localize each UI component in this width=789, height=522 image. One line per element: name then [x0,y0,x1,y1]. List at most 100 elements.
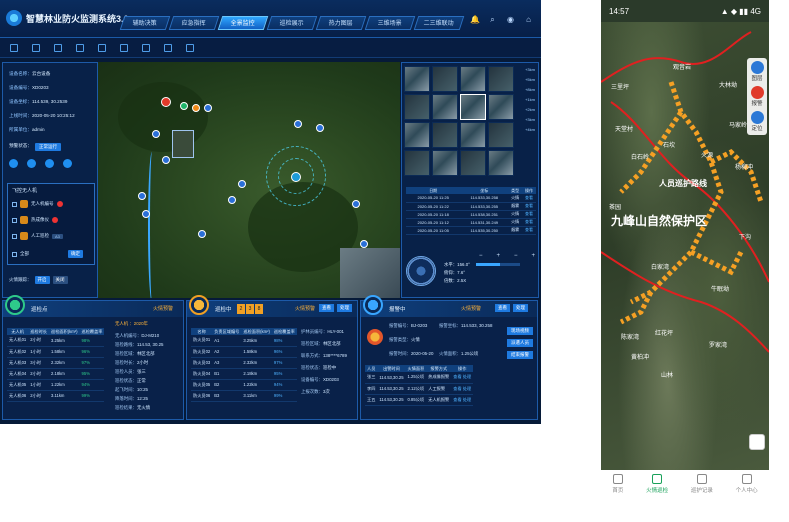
view-link[interactable]: 查看 [522,218,536,227]
handle-button[interactable]: 处理 [513,304,528,312]
confirm-button[interactable]: 确定 [68,250,83,258]
record-icon[interactable] [27,159,36,168]
alarm-tool[interactable]: 报警 [750,86,764,107]
table-row[interactable]: 2020-05-20 11:25 114.533,30.258 火情 查看 [406,194,536,203]
table-row[interactable]: 无人机04 2小时 2.18km 95% [7,368,105,380]
range-item[interactable]: +5km [515,77,535,85]
range-item[interactable]: +2km [515,107,535,115]
compass-icon[interactable] [749,434,765,450]
measure-icon[interactable] [32,43,40,52]
table-row[interactable]: 王五 114.53,30.25 0.85公顷 无人机报警 查看 处理 [365,394,474,406]
camera-thumb[interactable] [432,150,458,176]
camera-marker[interactable] [142,210,150,218]
select-all-row[interactable]: 全部 确定 [12,250,83,258]
table-row[interactable]: 无人机02 1小时 1.58km 96% [7,346,105,358]
table-row[interactable]: 防火员01 A1 3.25km 98% [191,335,297,347]
search-icon[interactable]: ⌕ [488,15,497,24]
play-icon[interactable] [9,159,18,168]
view-button[interactable]: 查看 [319,304,334,312]
range-item[interactable]: +3km [515,117,535,125]
view-link[interactable]: 查看 [522,202,536,211]
range-item[interactable]: +4km [515,127,535,135]
camera-marker[interactable] [152,130,160,138]
checkbox[interactable] [12,217,17,223]
nav-tab-command[interactable]: 应急指挥 [168,16,220,30]
video-button[interactable]: 现场视频 [507,327,533,335]
table-row[interactable]: 防火员02 A2 1.58km 96% [191,346,297,358]
camera-marker[interactable] [138,192,146,200]
fullscreen-icon[interactable] [10,43,18,52]
dispatch-button[interactable]: 派遣人员 [507,339,533,347]
nav-tab-decision[interactable]: 辅助决策 [119,16,171,30]
drone-marker[interactable] [192,104,200,112]
range-item[interactable]: +3km [515,67,535,75]
table-row[interactable]: 防火员05 B2 1.22km 94% [191,379,297,391]
table-row[interactable]: 2020-05-20 11:18 114.538,30.251 火情 查看 [406,210,536,219]
area-icon[interactable] [76,43,84,52]
follow-off-button[interactable]: 关闭 [52,276,68,284]
map-view[interactable] [98,62,400,298]
camera-thumb[interactable] [488,150,514,176]
user-icon[interactable]: ◉ [506,15,515,24]
camera-thumb[interactable] [404,66,430,92]
grid-icon[interactable] [142,43,150,52]
camera-thumb[interactable] [404,94,430,120]
table-row[interactable]: 无人机05 1小时 1.22km 94% [7,379,105,391]
checkbox[interactable] [12,251,17,257]
drone-item[interactable]: 热成像仪 [12,216,58,224]
zoom-out-button[interactable]: − [479,253,483,259]
table-row[interactable]: 无人机06 2小时 3.11km 99% [7,390,105,402]
video-popup[interactable] [172,130,194,158]
zoom-slider[interactable] [476,263,520,266]
camera-marker[interactable] [198,230,206,238]
camera-marker[interactable] [228,196,236,204]
bell-icon[interactable]: 🔔 [470,15,480,24]
nav-tab-patrol[interactable]: 巡检展示 [266,16,318,30]
camera-thumb[interactable] [460,150,486,176]
camera-thumb[interactable] [488,94,514,120]
satellite-map[interactable]: 观音岩 三里坪 大林坳 天堂村 马家岭 白石岭 杨柳冲 石坎 火源 茶园 下沟 … [601,22,769,470]
table-row[interactable]: 防火员06 B3 3.11km 99% [191,390,297,402]
fire-icon[interactable] [45,159,54,168]
camera-thumb[interactable] [404,150,430,176]
camera-marker[interactable] [352,200,360,208]
layers-tool[interactable]: 图层 [750,61,764,82]
device-marker[interactable] [291,172,301,182]
table-row[interactable]: 2020-05-20 11:22 114.533,30.255 烟雾 查看 [406,202,536,211]
table-row[interactable]: 无人机03 3小时 2.32km 97% [7,357,105,369]
patrol-marker[interactable] [180,102,188,110]
view-button[interactable]: 查看 [495,304,510,312]
camera-marker[interactable] [162,156,170,164]
locate-tool[interactable]: 定位 [750,111,764,132]
table-row[interactable]: 2020-05-20 11:12 114.531,30.249 火情 查看 [406,218,536,227]
fire-marker[interactable] [161,97,171,107]
camera-marker[interactable] [238,180,246,188]
tab-home[interactable]: 首页 [612,474,623,494]
camera-thumb[interactable] [488,122,514,148]
end-alarm-button[interactable]: 结束报警 [507,351,533,359]
nav-tab-heatmap[interactable]: 热力图层 [315,16,367,30]
globe-icon[interactable] [186,43,194,52]
drone-item[interactable]: 无人机编号 [12,200,63,208]
camera-marker[interactable] [204,104,212,112]
camera-thumb[interactable] [460,122,486,148]
draw-icon[interactable] [54,43,62,52]
table-row[interactable]: 李四 114.53,30.25 2.12公顷 人工报警 查看 处理 [365,383,474,395]
camera-marker[interactable] [294,120,302,128]
nav-tab-3d[interactable]: 三维场景 [364,16,416,30]
camera-marker[interactable] [316,124,324,132]
focus-plus-button[interactable]: + [532,253,536,259]
zoom-in-button[interactable]: + [497,253,501,259]
checkbox[interactable] [12,233,17,239]
range-item[interactable]: +8km [515,87,535,95]
camera-thumb[interactable] [432,94,458,120]
camera-thumb[interactable] [404,122,430,148]
follow-on-button[interactable]: 开启 [34,276,50,284]
camera-thumb[interactable] [488,66,514,92]
print-icon[interactable] [164,43,172,52]
tab-profile[interactable]: 个人中心 [736,474,758,494]
nav-tab-monitor[interactable]: 全景监控 [217,16,269,30]
nav-tab-2d3d[interactable]: 二三维联动 [413,16,465,30]
range-item[interactable]: +1km [515,97,535,105]
tab-records[interactable]: 巡护记录 [691,474,713,494]
